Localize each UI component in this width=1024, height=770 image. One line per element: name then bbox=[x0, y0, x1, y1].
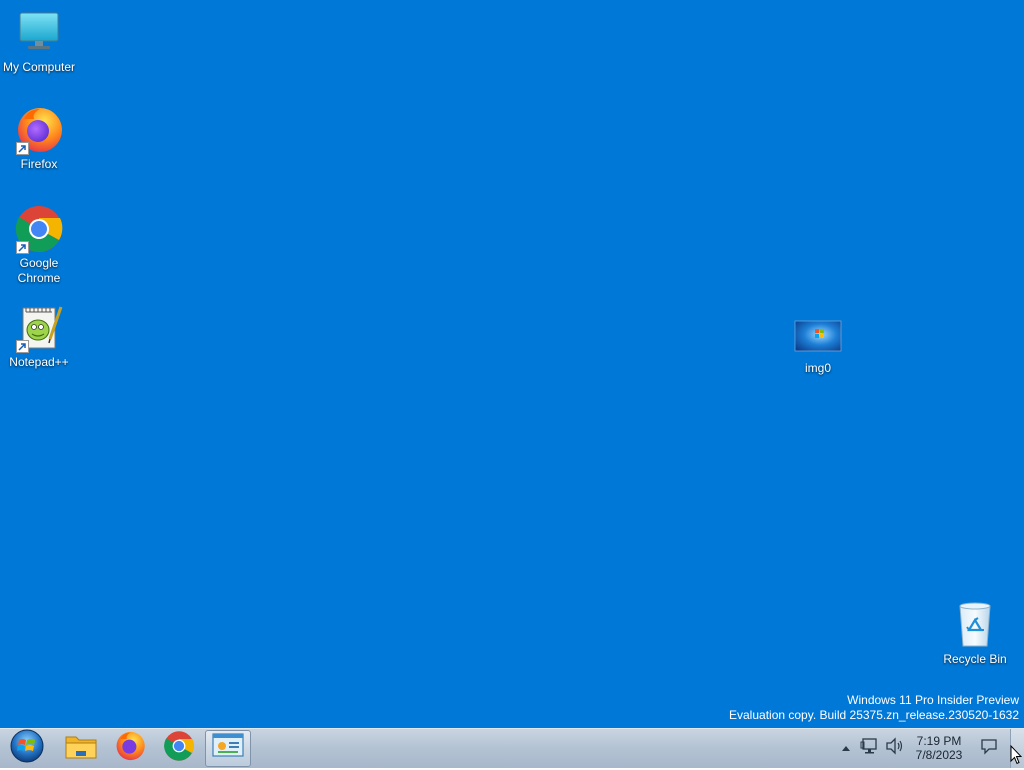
folder-icon bbox=[64, 731, 98, 766]
desktop-icon-img0[interactable]: img0 bbox=[779, 318, 857, 376]
chevron-up-icon bbox=[841, 739, 851, 757]
shortcut-arrow-icon bbox=[16, 340, 29, 353]
desktop-icon-recycle-bin[interactable]: Recycle Bin bbox=[936, 600, 1014, 667]
windows-evaluation-watermark: Windows 11 Pro Insider Preview Evaluatio… bbox=[729, 693, 1019, 723]
desktop-icon-firefox[interactable]: Firefox bbox=[0, 105, 78, 172]
notification-center-button[interactable] bbox=[979, 738, 999, 758]
taskbar-control-panel-button[interactable] bbox=[205, 730, 251, 767]
shortcut-arrow-icon bbox=[16, 241, 29, 254]
desktop[interactable]: My Computer Firefox Google Chrome Notepa… bbox=[0, 0, 1024, 728]
desktop-icon-label: img0 bbox=[804, 361, 831, 375]
firefox-icon bbox=[14, 105, 64, 155]
desktop-icon-label: My Computer bbox=[2, 60, 76, 74]
desktop-icon-google-chrome[interactable]: Google Chrome bbox=[0, 204, 78, 286]
start-button[interactable] bbox=[5, 728, 49, 769]
desktop-icon-label: Firefox bbox=[20, 157, 58, 171]
show-hidden-icons-button[interactable] bbox=[836, 738, 856, 758]
watermark-line-edition: Windows 11 Pro Insider Preview bbox=[847, 693, 1019, 707]
taskbar-clock[interactable]: 7:19 PM 7/8/2023 bbox=[906, 734, 972, 762]
volume-icon bbox=[885, 736, 905, 760]
taskbar-chrome-button[interactable] bbox=[156, 730, 202, 767]
shortcut-arrow-icon bbox=[16, 142, 29, 155]
windows-orb-icon bbox=[9, 728, 45, 769]
taskbar: 7:19 PM 7/8/2023 bbox=[0, 728, 1024, 768]
computer-icon bbox=[14, 8, 64, 58]
image-file-icon bbox=[793, 320, 843, 352]
recycle-bin-icon bbox=[950, 600, 1000, 650]
taskbar-file-explorer-button[interactable] bbox=[58, 730, 104, 767]
desktop-icon-label: Notepad++ bbox=[9, 355, 69, 369]
firefox-icon bbox=[114, 730, 146, 767]
desktop-icon-my-computer[interactable]: My Computer bbox=[0, 8, 78, 75]
network-tray-button[interactable] bbox=[860, 737, 880, 760]
volume-tray-button[interactable] bbox=[885, 736, 905, 760]
notification-icon bbox=[980, 737, 998, 760]
watermark-line-build: Evaluation copy. Build 25375.zn_release.… bbox=[729, 708, 1019, 722]
network-icon bbox=[860, 737, 880, 760]
chrome-icon bbox=[163, 730, 195, 767]
desktop-icon-label: Google Chrome bbox=[17, 256, 61, 285]
desktop-icon-label: Recycle Bin bbox=[943, 652, 1007, 666]
taskbar-firefox-button[interactable] bbox=[107, 730, 153, 767]
clock-time: 7:19 PM bbox=[916, 734, 962, 748]
clock-date: 7/8/2023 bbox=[915, 748, 963, 762]
chrome-icon bbox=[14, 204, 64, 254]
desktop-icon-notepadpp[interactable]: Notepad++ bbox=[0, 303, 78, 370]
control-panel-icon bbox=[212, 732, 244, 765]
notepadpp-icon bbox=[14, 303, 64, 353]
mouse-cursor-icon bbox=[1010, 744, 1023, 765]
